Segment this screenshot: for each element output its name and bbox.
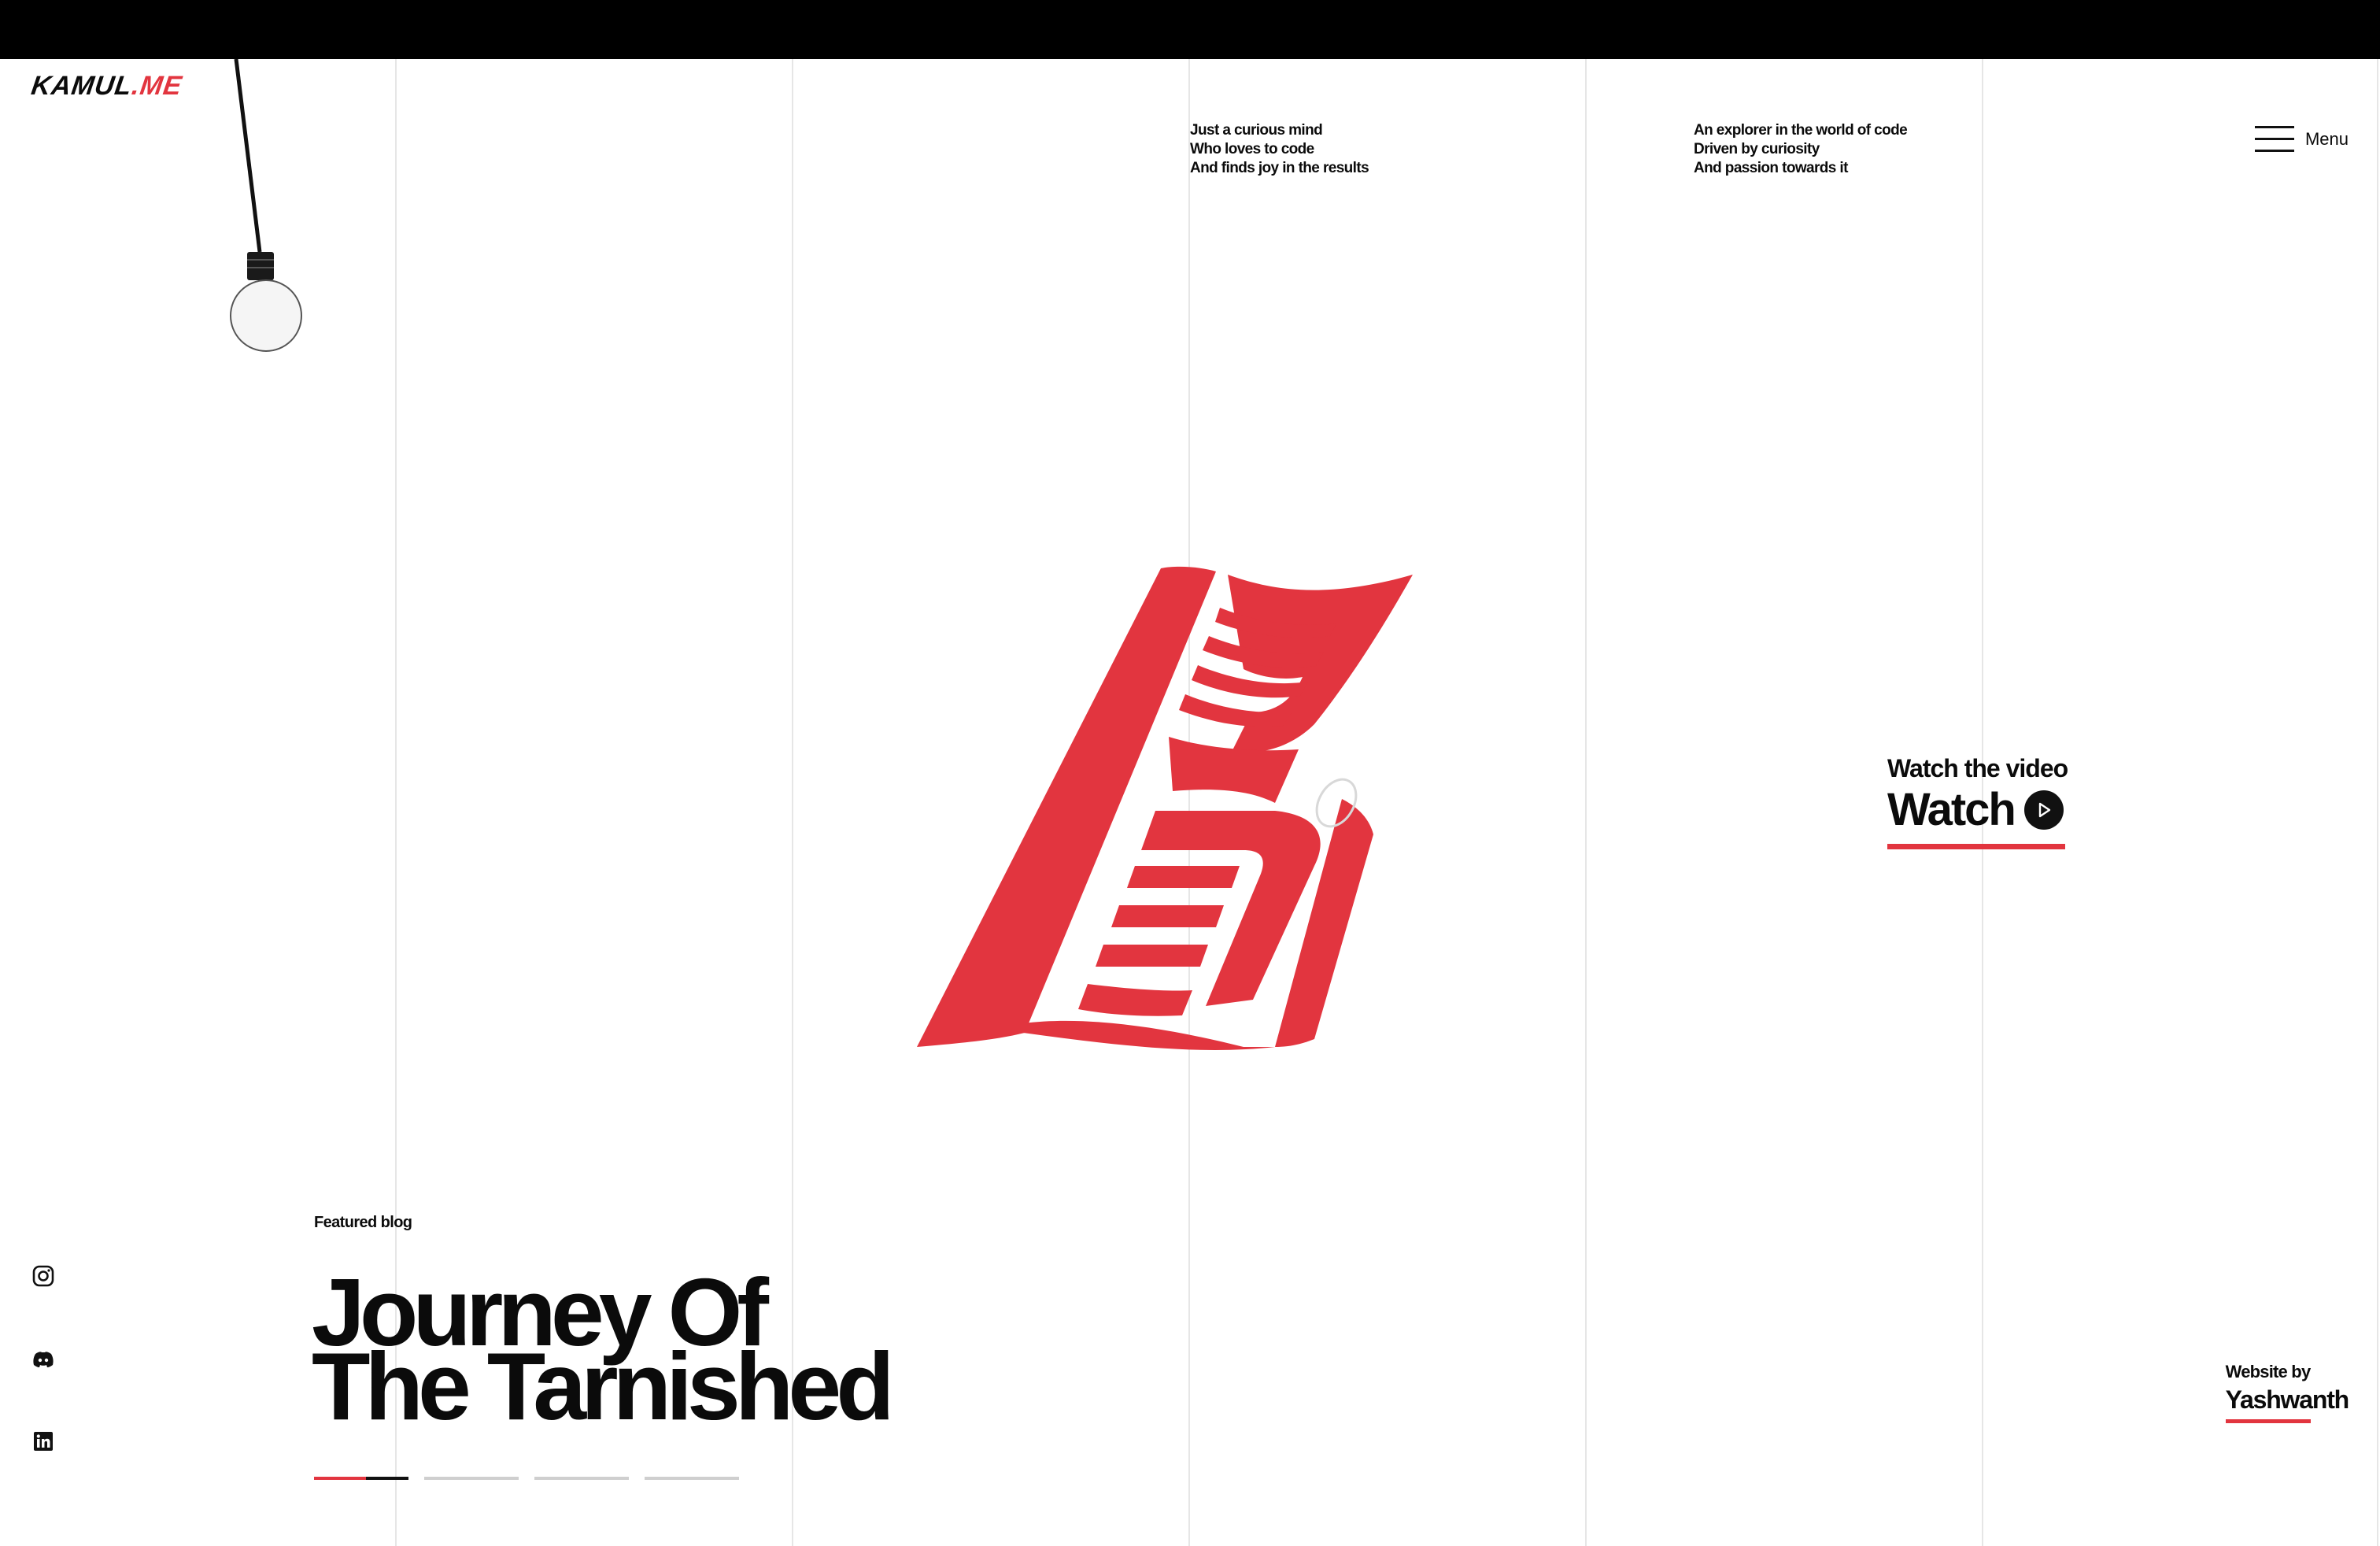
slide-progress xyxy=(314,1477,739,1480)
tagline-left: Just a curious mind Who loves to code An… xyxy=(1190,121,1369,178)
slide-indicator-4[interactable] xyxy=(645,1477,739,1480)
featured-label: Featured blog xyxy=(314,1214,412,1231)
watch-underline xyxy=(1887,844,2065,849)
credit-name[interactable]: Yashwanth xyxy=(2226,1385,2350,1415)
credit-label: Website by xyxy=(2225,1362,2312,1381)
watch-button[interactable]: Watch xyxy=(1887,787,2068,833)
watch-label: Watch the video xyxy=(1887,754,2068,782)
slide-indicator-2[interactable] xyxy=(424,1477,519,1480)
watch-title: Watch xyxy=(1887,784,2016,835)
watch-video-link[interactable]: Watch the video Watch xyxy=(1887,756,2068,849)
tagline-line: Driven by curiosity xyxy=(1694,141,1820,157)
hamburger-icon xyxy=(2254,126,2294,153)
tagline-line: Who loves to code xyxy=(1190,141,1314,157)
tagline-line: An explorer in the world of code xyxy=(1694,122,1908,139)
tagline-line: And passion towards it xyxy=(1694,160,1848,176)
credit-underline xyxy=(2225,1419,2311,1423)
tagline-right: An explorer in the world of code Driven … xyxy=(1694,121,1908,178)
play-icon[interactable] xyxy=(2023,790,2064,830)
slide-fill xyxy=(314,1477,366,1480)
slide-indicator-1[interactable] xyxy=(314,1477,408,1480)
menu-label: Menu xyxy=(2304,129,2349,149)
menu-button[interactable]: Menu xyxy=(2254,126,2349,153)
site-credit[interactable]: Website by Yashwanth xyxy=(2225,1362,2350,1423)
featured-title[interactable]: Journey Of The Tarnished xyxy=(312,1264,895,1440)
linkedin-icon[interactable] xyxy=(31,1429,55,1453)
kamul-emblem-icon xyxy=(917,566,1413,1050)
slide-indicator-3[interactable] xyxy=(534,1477,629,1480)
grid-line xyxy=(2377,59,2378,1546)
instagram-icon[interactable] xyxy=(31,1264,55,1288)
tagline-line: Just a curious mind xyxy=(1190,122,1323,139)
discord-icon[interactable] xyxy=(31,1348,55,1371)
light-bulb-icon[interactable] xyxy=(0,59,331,374)
top-bar xyxy=(0,0,2380,59)
featured-title-line: The Tarnished xyxy=(312,1333,895,1440)
tagline-line: And finds joy in the results xyxy=(1190,160,1369,176)
grid-line xyxy=(1585,59,1587,1546)
